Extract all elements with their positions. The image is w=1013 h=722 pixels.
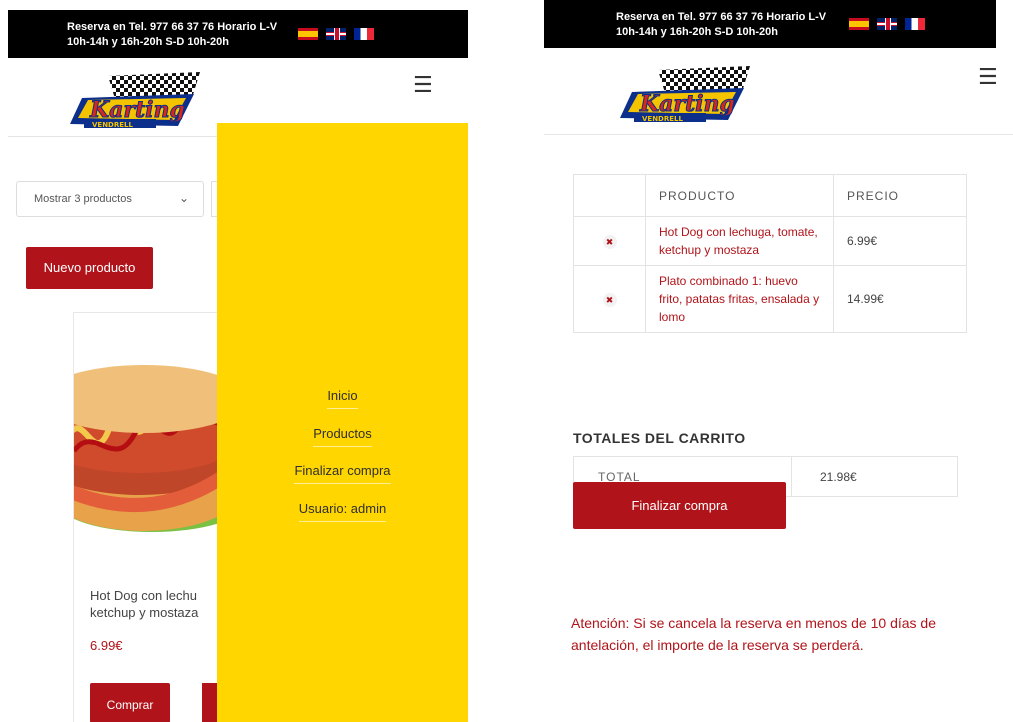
language-flags xyxy=(849,18,925,30)
menu-item-inicio[interactable]: Inicio xyxy=(217,388,468,409)
table-row: ✖ Hot Dog con lechuga, tomate, ketchup y… xyxy=(573,216,967,266)
hamburger-menu-icon[interactable]: ☰ xyxy=(978,64,998,90)
page: Reserva en Tel. 977 66 37 76 Horario L-V… xyxy=(0,0,1013,722)
product-name-line-2: ketchup y mostaza xyxy=(90,605,199,620)
uk-flag-icon[interactable] xyxy=(877,18,897,30)
cart-header-row: PRODUCTO PRECIO xyxy=(573,174,967,217)
cart-product-price: 6.99€ xyxy=(833,216,967,266)
hotdog-image xyxy=(74,365,234,532)
checkout-button[interactable]: Finalizar compra xyxy=(573,482,786,529)
cart-product-name[interactable]: Plato combinado 1: huevo frito, patatas … xyxy=(645,265,834,333)
remove-cell: ✖ xyxy=(573,265,646,333)
cart-table: PRODUCTO PRECIO ✖ Hot Dog con lechuga, t… xyxy=(573,174,967,333)
cancellation-notice: Atención: Si se cancela la reserva en me… xyxy=(571,615,936,653)
total-value: 21.98€ xyxy=(791,456,958,497)
karting-logo[interactable]: Karting VENDRELL xyxy=(618,66,752,124)
fr-flag-icon[interactable] xyxy=(354,28,374,40)
product-name[interactable]: Hot Dog con lechu ketchup y mostaza xyxy=(90,587,230,621)
cart-product-price: 14.99€ xyxy=(833,265,967,333)
product-name-line-1: Hot Dog con lechu xyxy=(90,588,197,603)
svg-text:VENDRELL: VENDRELL xyxy=(642,115,684,123)
price-column-header: PRECIO xyxy=(833,174,967,217)
menu-item-finalizar-compra[interactable]: Finalizar compra xyxy=(217,463,468,484)
svg-text:VENDRELL: VENDRELL xyxy=(92,121,134,129)
product-card[interactable]: Hot Dog con lechu ketchup y mostaza 6.99… xyxy=(73,312,234,722)
remove-icon[interactable]: ✖ xyxy=(602,293,617,307)
remove-icon[interactable]: ✖ xyxy=(602,235,617,249)
table-row: ✖ Plato combinado 1: huevo frito, patata… xyxy=(573,265,967,333)
header-divider xyxy=(544,134,1013,135)
new-product-button[interactable]: Nuevo producto xyxy=(26,247,153,289)
chevron-down-icon: ⌄ xyxy=(178,191,189,205)
language-flags xyxy=(298,28,374,40)
es-flag-icon[interactable] xyxy=(849,18,869,30)
side-menu: Inicio Productos Finalizar compra Usuari… xyxy=(217,123,468,722)
menu-item-productos[interactable]: Productos xyxy=(217,426,468,447)
sort-select[interactable]: Mostrar 3 productos ⌄ xyxy=(16,181,204,217)
remove-cell: ✖ xyxy=(573,216,646,266)
cart-product-name[interactable]: Hot Dog con lechuga, tomate, ketchup y m… xyxy=(645,216,834,266)
es-flag-icon[interactable] xyxy=(298,28,318,40)
uk-flag-icon[interactable] xyxy=(326,28,346,40)
sort-select-value: Mostrar 3 productos xyxy=(34,193,132,205)
remove-column-header xyxy=(573,174,646,217)
reservation-line-1: Reserva en Tel. 977 66 37 76 Horario L-V xyxy=(616,11,827,23)
reservation-line-2: 10h-14h y 16h-20h S-D 10h-20h xyxy=(616,26,779,38)
left-screen: Reserva en Tel. 977 66 37 76 Horario L-V… xyxy=(8,0,468,722)
karting-logo[interactable]: Karting VENDRELL xyxy=(68,72,202,130)
product-price: 6.99€ xyxy=(90,638,123,653)
reservation-info: Reserva en Tel. 977 66 37 76 Horario L-V… xyxy=(616,10,826,40)
reservation-line-2: 10h-14h y 16h-20h S-D 10h-20h xyxy=(67,36,230,48)
fr-flag-icon[interactable] xyxy=(905,18,925,30)
top-bar: Reserva en Tel. 977 66 37 76 Horario L-V… xyxy=(544,0,996,48)
reservation-info: Reserva en Tel. 977 66 37 76 Horario L-V… xyxy=(67,20,277,50)
buy-button[interactable]: Comprar xyxy=(90,683,170,722)
menu-item-usuario[interactable]: Usuario: admin xyxy=(217,501,468,522)
reservation-line-1: Reserva en Tel. 977 66 37 76 Horario L-V xyxy=(67,21,278,33)
right-screen: Reserva en Tel. 977 66 37 76 Horario L-V… xyxy=(544,0,1013,722)
cart-totals-title: TOTALES DEL CARRITO xyxy=(573,430,746,446)
top-bar: Reserva en Tel. 977 66 37 76 Horario L-V… xyxy=(8,10,468,58)
product-column-header: PRODUCTO xyxy=(645,174,834,217)
hamburger-menu-icon[interactable]: ☰ xyxy=(413,72,433,98)
